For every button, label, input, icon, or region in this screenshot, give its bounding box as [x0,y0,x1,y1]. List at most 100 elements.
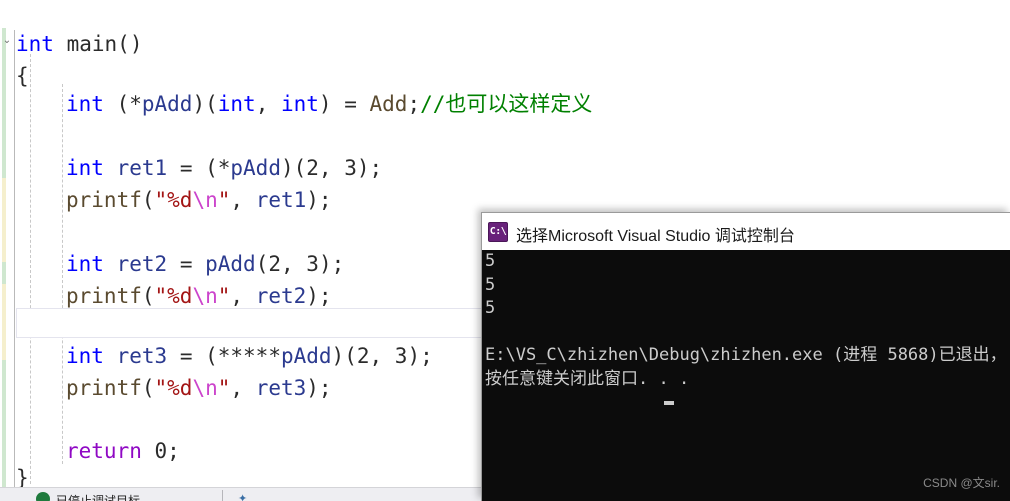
code-token-2-8: Add [369,92,408,116]
code-token-6-4: " [217,284,231,308]
code-token-6-7: ); [306,284,332,308]
code-token-3-2: ret1 [116,156,168,180]
code-line-2[interactable]: int (*pAdd)(int, int) = Add;//也可以这样定义 [16,88,592,120]
code-token-3-1 [104,156,117,180]
code-token-4-1: ( [141,188,155,212]
code-token-5-6: 2 [268,252,281,276]
code-line-9[interactable]: return 0; [16,435,180,467]
change-bar-0 [2,28,6,178]
code-token-2-7: ) = [318,92,370,116]
code-token-7-8: 3 [394,344,408,368]
code-token-7-3: = (***** [167,344,281,368]
code-token-7-4: pAdd [280,344,332,368]
console-output-text: 5 5 5 E:\VS_C\zhizhen\Debug\zhizhen.exe … [485,251,1007,389]
code-token-5-7: , [281,252,307,276]
change-bar-1 [2,178,6,262]
console-app-icon-glyph: C:\ [489,226,507,237]
status-bar-tool-icon[interactable]: ✦ [238,492,247,501]
code-token-2-0: int [66,92,104,116]
code-token-9-0: return [66,439,142,463]
code-token-2-10: //也可以这样定义 [420,92,593,116]
code-token-1-0: { [16,64,29,88]
code-token-8-7: ); [306,376,332,400]
code-token-3-4: pAdd [230,156,281,180]
code-token-2-3: )( [192,92,218,116]
code-token-3-6: 2 [306,156,319,180]
code-line-5[interactable]: int ret2 = pAdd(2, 3); [16,248,344,280]
code-token-7-9: ); [407,344,433,368]
code-token-6-2: "%d [154,284,193,308]
code-token-3-5: )( [280,156,307,180]
code-token-3-3: = (* [167,156,231,180]
code-token-5-0: int [66,252,104,276]
code-token-4-3: \n [192,188,218,212]
code-token-0-3: () [117,32,143,56]
code-token-0-0: int [16,32,54,56]
code-token-8-5: , [230,376,256,400]
code-token-5-2: ret2 [116,252,168,276]
code-token-7-1 [104,344,117,368]
code-token-5-5: ( [255,252,269,276]
code-token-8-1: ( [141,376,155,400]
code-token-4-6: ret1 [255,188,307,212]
code-line-4[interactable]: printf("%d\n", ret1); [16,184,332,216]
code-token-2-4: int [217,92,256,116]
console-title-bar[interactable]: C:\ 选择Microsoft Visual Studio 调试控制台 [482,213,1010,250]
code-line-0[interactable]: int main() [16,28,142,60]
vs-editor-screenshot: ⌄ int main(){int (*pAdd)(int, int) = Add… [0,0,1010,501]
code-token-6-5: , [230,284,256,308]
code-token-6-3: \n [192,284,218,308]
code-token-7-7: , [369,344,395,368]
code-token-0-1 [54,32,67,56]
code-token-8-6: ret3 [255,376,307,400]
code-token-4-4: " [217,188,231,212]
code-token-8-0: printf [66,376,142,400]
code-token-5-4: pAdd [205,252,256,276]
code-token-4-7: ); [306,188,332,212]
code-token-5-1 [104,252,117,276]
code-token-2-1: (* [103,92,142,116]
code-token-4-0: printf [66,188,142,212]
code-token-3-9: ); [356,156,383,180]
debug-status-indicator-icon [36,492,50,501]
code-token-4-2: "%d [154,188,193,212]
code-token-3-8: 3 [344,156,357,180]
change-bar-2 [2,262,6,284]
debug-console-window[interactable]: C:\ 选择Microsoft Visual Studio 调试控制台 5 5 … [481,212,1010,501]
code-token-4-5: , [230,188,256,212]
code-token-8-4: " [217,376,231,400]
change-bar-3 [2,284,6,360]
code-token-5-9: ); [318,252,345,276]
code-token-0-2: main [66,32,118,56]
code-token-9-1 [142,439,155,463]
code-token-2-5: , [255,92,281,116]
code-token-9-2: 0 [154,439,168,463]
code-token-2-6: int [280,92,319,116]
code-token-2-2: pAdd [141,92,193,116]
code-token-7-0: int [66,344,104,368]
code-token-6-1: ( [141,284,155,308]
code-token-8-2: "%d [154,376,193,400]
code-token-7-2: ret3 [116,344,168,368]
code-token-3-7: , [318,156,345,180]
code-token-3-0: int [66,156,104,180]
code-token-8-3: \n [192,376,218,400]
code-token-2-9: ; [407,92,421,116]
code-token-7-6: 2 [356,344,370,368]
console-title-text: 选择Microsoft Visual Studio 调试控制台 [516,228,795,245]
collapse-region-chevron-icon[interactable]: ⌄ [2,36,12,46]
console-text-cursor [664,401,674,405]
watermark-text: CSDN @文sir. [923,476,1000,490]
code-token-5-8: 3 [306,252,319,276]
change-bar-4 [2,360,6,487]
console-app-icon: C:\ [488,222,508,242]
code-line-3[interactable]: int ret1 = (*pAdd)(2, 3); [16,152,382,184]
code-token-6-6: ret2 [255,284,307,308]
code-line-6[interactable]: printf("%d\n", ret2); [16,280,332,312]
code-token-9-3: ; [167,439,180,463]
status-bar-label: 已停止调试目标 [56,494,141,501]
code-token-6-0: printf [66,284,142,308]
code-line-7[interactable]: int ret3 = (*****pAdd)(2, 3); [16,340,433,372]
code-line-8[interactable]: printf("%d\n", ret3); [16,372,332,404]
console-output-area[interactable]: 5 5 5 E:\VS_C\zhizhen\Debug\zhizhen.exe … [482,250,1010,501]
